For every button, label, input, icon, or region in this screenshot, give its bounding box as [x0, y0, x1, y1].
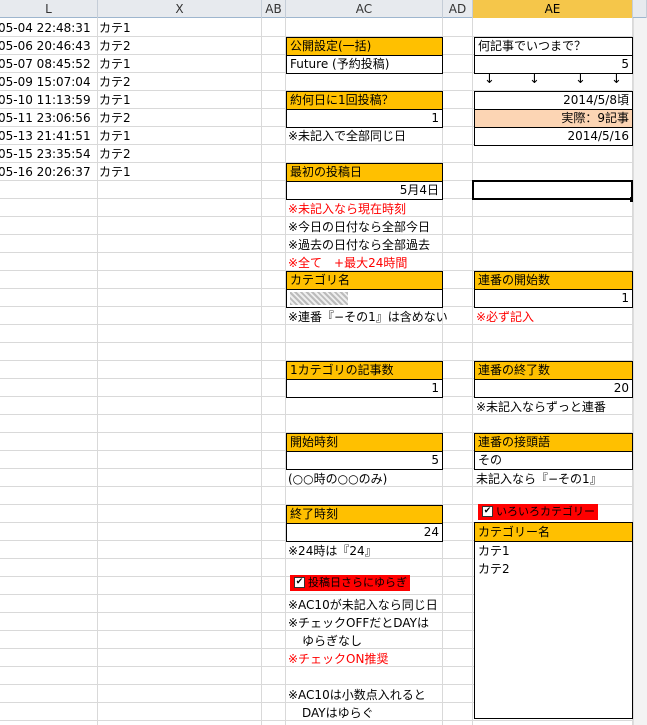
serial-start-note: ※必ず記入 [476, 310, 535, 324]
gridline [261, 18, 262, 725]
down-arrow-icon: ↓ [575, 72, 586, 87]
gridline [472, 18, 473, 725]
down-arrow-icon: ↓ [611, 72, 622, 87]
serial-prefix-title: 連番の接頭語 [474, 433, 633, 452]
interval-title: 約何日に1回投稿？ [286, 91, 443, 110]
log-date-cell[interactable]: 05-13 21:41:51 [0, 127, 91, 145]
until-title: 何記事でいつまで？ [474, 37, 633, 56]
redacted-blur [290, 292, 348, 305]
jitter-note-4: ※チェックON推奨 [288, 652, 389, 666]
gridline [97, 18, 98, 725]
multi-category-checkbox-label: いろいろカテゴリー [496, 505, 595, 518]
log-date-cell[interactable]: 05-06 20:46:43 [0, 37, 91, 55]
serial-start-value[interactable]: 1 [474, 290, 633, 308]
jitter-note-5: ※AC10は小数点入れると [288, 688, 426, 702]
log-date-cell[interactable]: 05-15 23:35:54 [0, 145, 91, 163]
vertical-scrollbar[interactable] [633, 18, 647, 725]
serial-prefix-note: 未記入なら『−その1』 [476, 472, 602, 486]
publish-setting-value[interactable]: Future (予約投稿) [286, 56, 443, 74]
per-category-value[interactable]: 1 [286, 380, 443, 398]
end-date: 2014/5/16 [474, 128, 633, 146]
end-hour-note: ※24時は『24』 [288, 544, 377, 558]
down-arrow-icon: ↓ [484, 72, 495, 87]
first-date-value[interactable]: 5月4日 [286, 182, 443, 200]
jitter-checkbox-label: 投稿日さらにゆらぎ [308, 576, 407, 589]
category-name-value[interactable] [286, 290, 443, 308]
per-category-title: 1カテゴリの記事数 [286, 361, 443, 380]
jitter-note-1: ※AC10が未記入なら同じ日 [288, 598, 438, 612]
column-header-l[interactable]: L [0, 0, 98, 18]
first-date-title: 最初の投稿日 [286, 163, 443, 182]
start-hour-value[interactable]: 5 [286, 452, 443, 470]
log-date-cell[interactable]: 05-10 11:13:59 [0, 91, 91, 109]
column-header-ad[interactable]: AD [443, 0, 473, 18]
serial-end-title: 連番の終了数 [474, 361, 633, 380]
column-header-next[interactable] [633, 0, 647, 18]
serial-prefix-value[interactable]: その [474, 452, 633, 470]
until-value[interactable]: 5 [474, 56, 633, 74]
category-list-item[interactable]: カテ2 [475, 560, 632, 578]
first-date-note-1: ※未記入なら現在時刻 [288, 202, 407, 216]
end-hour-value[interactable]: 24 [286, 524, 443, 542]
serial-end-note: ※未記入ならずっと連番 [476, 400, 606, 414]
column-header-x[interactable]: X [98, 0, 262, 18]
log-category-cell[interactable]: カテ1 [99, 55, 131, 73]
category-list[interactable]: カテゴリー名 カテ1 カテ2 [474, 522, 633, 719]
log-category-cell[interactable]: カテ2 [99, 73, 131, 91]
jitter-note-3: ゆらぎなし [302, 634, 363, 648]
column-header-ac[interactable]: AC [286, 0, 443, 18]
multi-category-checkbox[interactable]: ✔ いろいろカテゴリー [478, 504, 598, 520]
category-list-header: カテゴリー名 [475, 523, 632, 542]
interval-note: ※未記入で全部同じ日 [288, 129, 407, 143]
log-category-cell[interactable]: カテ2 [99, 37, 131, 55]
checkbox-check-icon[interactable]: ✔ [294, 577, 305, 588]
first-date-note-4: ※全て +最大24時間 [288, 256, 408, 270]
log-category-cell[interactable]: カテ2 [99, 145, 131, 163]
start-hour-title: 開始時刻 [286, 433, 443, 452]
log-date-cell[interactable]: 05-09 15:07:04 [0, 73, 91, 91]
checkbox-check-icon[interactable]: ✔ [482, 506, 493, 517]
column-header-ae[interactable]: AE [473, 0, 633, 18]
category-name-note: ※連番『−その1』は含めない [288, 310, 448, 324]
column-header-ab[interactable]: AB [262, 0, 286, 18]
category-list-item[interactable]: カテ1 [475, 542, 632, 560]
jitter-note-6: DAYはゆらぐ [302, 706, 374, 720]
log-category-cell[interactable]: カテ1 [99, 127, 131, 145]
log-date-cell[interactable]: 05-07 08:45:52 [0, 55, 91, 73]
log-category-cell[interactable]: カテ2 [99, 109, 131, 127]
log-date-cell[interactable]: 05-16 20:26:37 [0, 163, 91, 181]
serial-end-value[interactable]: 20 [474, 380, 633, 398]
serial-start-title: 連番の開始数 [474, 271, 633, 290]
category-name-title: カテゴリ名 [286, 271, 443, 290]
first-date-note-3: ※過去の日付なら全部過去 [288, 238, 431, 252]
down-arrow-icon: ↓ [529, 72, 540, 87]
interval-value[interactable]: 1 [286, 110, 443, 128]
first-date-note-2: ※今日の日付なら全部今日 [288, 220, 431, 234]
start-hour-note: (○○時の○○のみ) [288, 472, 388, 486]
log-category-cell[interactable]: カテ1 [99, 91, 131, 109]
log-date-cell[interactable]: 05-11 23:06:56 [0, 109, 91, 127]
end-hour-title: 終了時刻 [286, 505, 443, 524]
log-date-cell[interactable]: 05-04 22:48:31 [0, 19, 91, 37]
approx-date: 2014/5/8頃 [474, 91, 633, 110]
actual-count: 実際：9記事 [474, 110, 633, 128]
jitter-note-2: ※チェックOFFだとDAYは [288, 616, 429, 630]
log-category-cell[interactable]: カテ1 [99, 19, 131, 37]
active-cell-selection[interactable] [472, 180, 635, 202]
column-header-bar: L X AB AC AD AE [0, 0, 647, 18]
jitter-checkbox[interactable]: ✔ 投稿日さらにゆらぎ [290, 575, 410, 591]
log-category-cell[interactable]: カテ1 [99, 163, 131, 181]
publish-setting-title: 公開設定(一括) [286, 37, 443, 56]
